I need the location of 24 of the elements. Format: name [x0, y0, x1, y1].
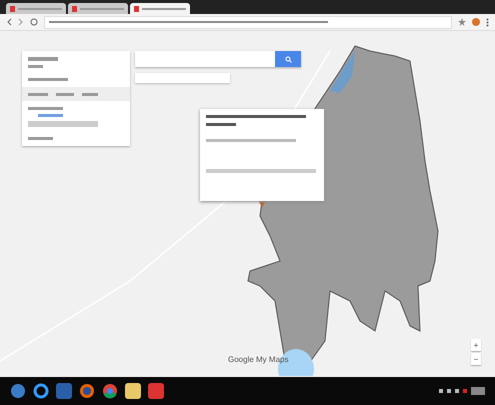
folder-icon[interactable] — [125, 383, 141, 399]
map-attribution: Google My Maps — [228, 355, 288, 364]
app-icon[interactable] — [148, 383, 164, 399]
star-icon[interactable] — [458, 18, 466, 26]
search-icon — [284, 56, 292, 62]
browser-tab[interactable] — [68, 3, 128, 14]
zoom-button[interactable]: − — [471, 353, 481, 365]
reload-icon[interactable] — [30, 18, 38, 26]
menu-icon[interactable] — [486, 18, 489, 26]
browser-tab[interactable] — [6, 3, 66, 14]
search-button[interactable] — [275, 51, 301, 67]
lake-shape — [330, 51, 355, 93]
browser-tab[interactable] — [130, 3, 190, 14]
forward-icon[interactable] — [18, 18, 24, 26]
media-icon[interactable] — [56, 383, 72, 399]
browser-icon[interactable] — [102, 383, 118, 399]
zoom-button[interactable]: + — [471, 339, 481, 351]
back-icon[interactable] — [6, 18, 12, 26]
browser-icon[interactable] — [79, 383, 95, 399]
address-bar[interactable] — [44, 16, 452, 28]
extension-icon[interactable] — [472, 18, 480, 26]
search-field[interactable] — [135, 51, 301, 67]
start-icon[interactable] — [10, 383, 26, 399]
browser-icon[interactable] — [33, 383, 49, 399]
